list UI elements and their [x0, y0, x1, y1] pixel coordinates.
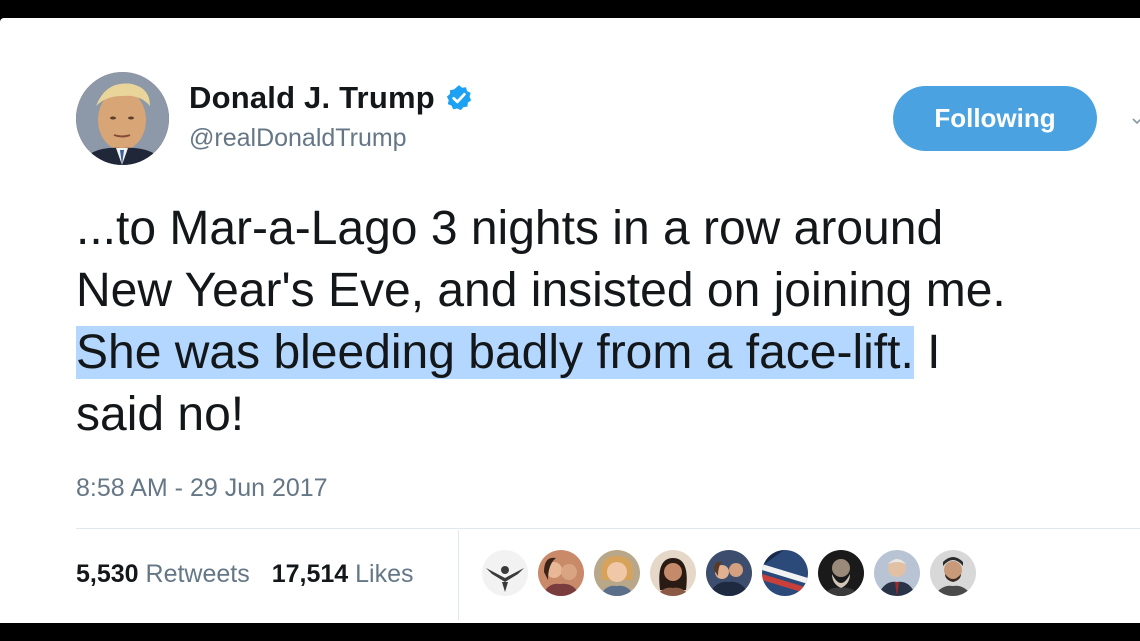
avatar-photo-icon: [76, 72, 169, 165]
profile-handle[interactable]: @realDonaldTrump: [189, 124, 407, 153]
woman-avatar-icon[interactable]: [594, 550, 640, 596]
likes-label: Likes: [355, 560, 414, 588]
retweets-label: Retweets: [145, 560, 250, 588]
divider: [76, 528, 1140, 529]
profile-name[interactable]: Donald J. Trump: [189, 80, 473, 116]
flag-avatar-icon[interactable]: [762, 550, 808, 596]
likes-count: 17,514: [271, 560, 349, 588]
selected-text: She was bleeding badly from a face-lift.: [76, 326, 914, 379]
tweet-line: She was bleeding badly from a face-lift.…: [76, 322, 1136, 384]
tweet-line: ...to Mar-a-Lago 3 nights in a row aroun…: [76, 202, 944, 255]
man-avatar-icon[interactable]: [930, 550, 976, 596]
retweets-count: 5,530: [76, 560, 139, 588]
eagle-avatar-icon[interactable]: [482, 550, 528, 596]
tweet-line: said no!: [76, 388, 245, 441]
tweet-text: ...to Mar-a-Lago 3 nights in a row aroun…: [76, 198, 1136, 446]
verified-badge-icon: [445, 84, 473, 112]
tweet-line: New Year's Eve, and insisted on joining …: [76, 264, 1006, 317]
liker-avatars: [482, 550, 976, 596]
tweet-line-rest: I: [913, 326, 941, 379]
profile-avatar[interactable]: [76, 72, 169, 165]
couple-avatar-icon[interactable]: [538, 550, 584, 596]
retweets-stat[interactable]: 5,530 Retweets: [76, 560, 250, 589]
profile-name-text[interactable]: Donald J. Trump: [189, 80, 435, 116]
man-avatar-icon[interactable]: [818, 550, 864, 596]
tweet-card: Donald J. Trump @realDonaldTrump Followi…: [0, 18, 1140, 623]
woman-avatar-icon[interactable]: [650, 550, 696, 596]
couple-avatar-icon[interactable]: [706, 550, 752, 596]
following-button[interactable]: Following: [893, 86, 1097, 151]
tweet-stats: 5,530 Retweets 17,514 Likes: [76, 560, 414, 589]
vertical-divider: [458, 530, 459, 620]
chevron-down-icon[interactable]: [1131, 114, 1140, 126]
man-avatar-icon[interactable]: [874, 550, 920, 596]
likes-stat[interactable]: 17,514 Likes: [272, 560, 414, 589]
tweet-timestamp[interactable]: 8:58 AM - 29 Jun 2017: [76, 474, 328, 503]
